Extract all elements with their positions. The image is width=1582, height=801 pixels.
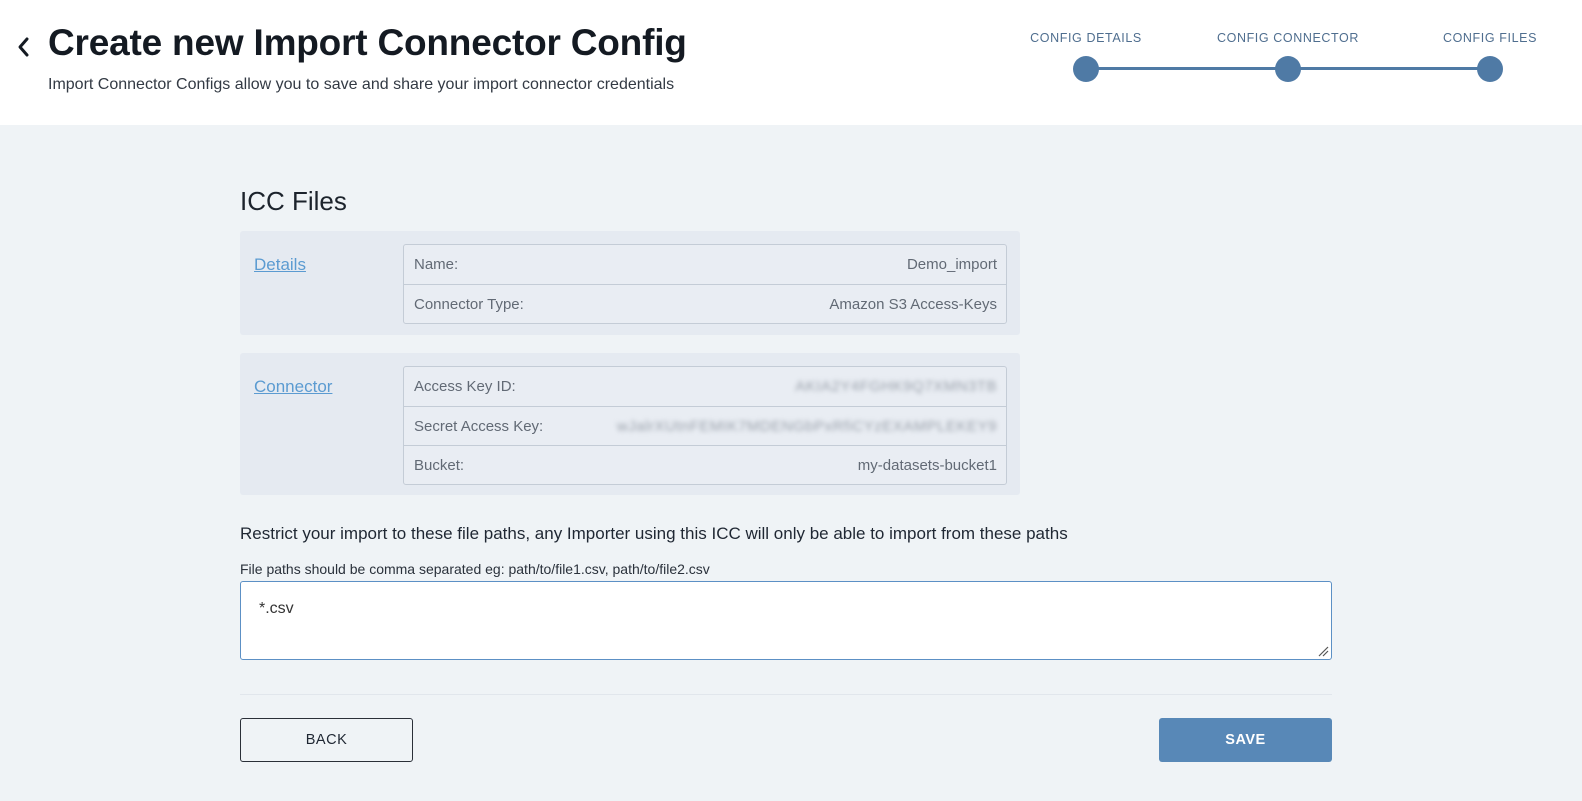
connector-panel: Connector Access Key ID: AKIA2Y4FGHK9Q7X…: [240, 353, 1020, 495]
step-label-config-connector: CONFIG CONNECTOR: [1216, 31, 1360, 45]
page-subtitle: Import Connector Configs allow you to sa…: [48, 76, 675, 93]
progress-stepper: CONFIG DETAILS CONFIG CONNECTOR CONFIG F…: [1030, 30, 1580, 90]
section-title: ICC Files: [240, 186, 347, 216]
details-value-name: Demo_import: [906, 256, 997, 273]
connector-row-secret-access-key: Secret Access Key: wJalrXUtnFEMIK7MDENGb…: [404, 406, 1006, 445]
step-dot-config-details[interactable]: [1073, 56, 1099, 82]
connector-key-access-key-id: Access Key ID:: [414, 378, 516, 395]
footer-divider: [240, 694, 1332, 695]
details-key-name: Name:: [414, 256, 459, 273]
connector-value-secret-access-key: wJalrXUtnFEMIK7MDENGbPxRfiCYzEXAMPLEKEY9: [616, 418, 997, 435]
connector-value-access-key-id: AKIA2Y4FGHK9Q7XMN3TB: [795, 378, 997, 395]
file-paths-hint: File paths should be comma separated eg:…: [240, 561, 710, 577]
details-panel: Details Name: Demo_import Connector Type…: [240, 231, 1020, 335]
connector-link[interactable]: Connector: [254, 377, 332, 397]
step-dot-config-files[interactable]: [1477, 56, 1503, 82]
back-button[interactable]: BACK: [240, 718, 413, 762]
step-dot-config-connector[interactable]: [1275, 56, 1301, 82]
connector-row-bucket: Bucket: my-datasets-bucket1: [404, 445, 1006, 484]
details-row-connector-type: Connector Type: Amazon S3 Access-Keys: [404, 284, 1006, 323]
save-button[interactable]: SAVE: [1159, 718, 1332, 762]
details-table: Name: Demo_import Connector Type: Amazon…: [403, 244, 1007, 324]
connector-key-bucket: Bucket:: [414, 457, 465, 474]
step-label-config-details: CONFIG DETAILS: [1030, 31, 1142, 45]
file-paths-textarea[interactable]: [240, 581, 1332, 660]
details-link[interactable]: Details: [254, 255, 306, 275]
details-value-connector-type: Amazon S3 Access-Keys: [829, 296, 997, 313]
page-header: Create new Import Connector Config Impor…: [0, 0, 1582, 125]
details-row-name: Name: Demo_import: [404, 245, 1006, 284]
step-label-config-files: CONFIG FILES: [1442, 31, 1538, 45]
details-key-connector-type: Connector Type:: [414, 296, 524, 313]
chevron-left-icon[interactable]: [12, 34, 34, 60]
connector-row-access-key-id: Access Key ID: AKIA2Y4FGHK9Q7XMN3TB: [404, 367, 1006, 406]
connector-table: Access Key ID: AKIA2Y4FGHK9Q7XMN3TB Secr…: [403, 366, 1007, 485]
connector-key-secret-access-key: Secret Access Key:: [414, 418, 544, 435]
connector-value-bucket: my-datasets-bucket1: [857, 457, 997, 474]
restrict-description: Restrict your import to these file paths…: [240, 524, 1068, 543]
page-title: Create new Import Connector Config: [48, 22, 687, 63]
